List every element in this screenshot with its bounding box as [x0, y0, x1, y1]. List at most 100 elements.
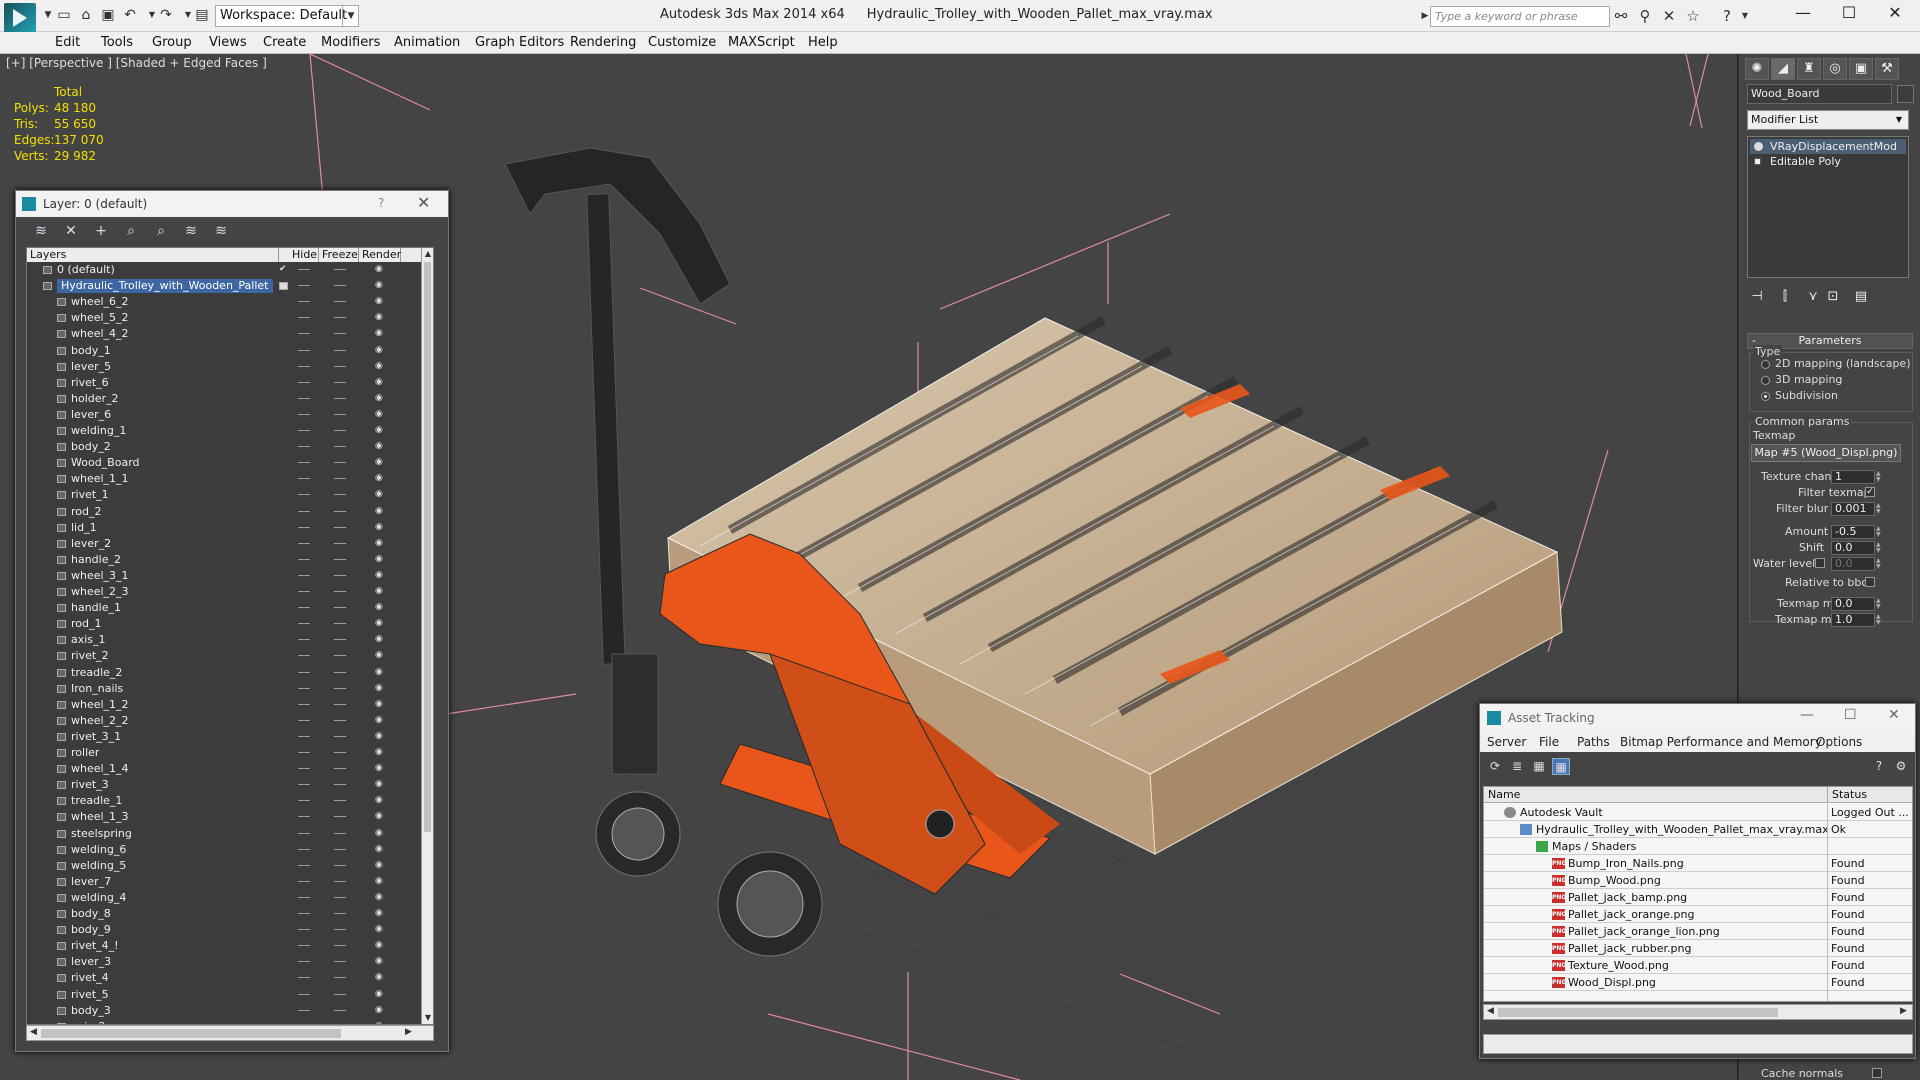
freeze-toggle[interactable] [334, 816, 346, 818]
layer-object-row[interactable]: roller ◉ [27, 745, 423, 761]
hide-toggle[interactable] [298, 510, 310, 512]
table-view-icon[interactable]: ▦ [1552, 758, 1570, 775]
workspace-dropdown[interactable]: Workspace: Default [215, 5, 359, 27]
hide-toggle[interactable] [298, 945, 310, 947]
freeze-toggle[interactable] [334, 269, 346, 270]
viewport-label[interactable]: [+] [Perspective ] [Shaded + Edged Faces… [6, 56, 267, 70]
freeze-toggle[interactable] [334, 462, 346, 464]
freeze-toggle[interactable] [334, 752, 346, 753]
asset-row[interactable]: PNG Pallet_jack_bamp.png Found [1484, 889, 1912, 906]
hide-toggle[interactable] [298, 317, 310, 319]
freeze-toggle[interactable] [334, 768, 346, 770]
chevron-down-icon[interactable]: ▼ [1892, 113, 1906, 127]
binoculars-icon[interactable]: ⚯ [1612, 7, 1630, 25]
layer-object-row[interactable]: treadle_1 ◉ [27, 793, 423, 809]
app-menu-arrow-icon[interactable]: ▼ [40, 7, 56, 23]
asset-row[interactable]: Autodesk Vault Logged Out ... [1484, 804, 1912, 821]
horizontal-scrollbar[interactable]: ◀ ▶ [26, 1025, 434, 1041]
stack-item-editable-poly[interactable]: Editable Poly [1750, 154, 1906, 169]
layer-object-row[interactable]: rivet_2 ◉ [27, 648, 423, 664]
render-teapot-icon[interactable]: ◉ [375, 860, 385, 870]
freeze-toggle[interactable] [334, 607, 346, 609]
freeze-toggle[interactable] [334, 655, 346, 657]
settings-icon[interactable]: ⚙ [1892, 758, 1910, 775]
layer-object-row[interactable]: body_3 ◉ [27, 1003, 423, 1019]
menu-paths[interactable]: Paths [1577, 735, 1610, 749]
favorites-star-icon[interactable]: ☆ [1684, 7, 1702, 25]
layer-object-row[interactable]: lever_5 ◉ [27, 359, 423, 375]
freeze-toggle[interactable] [334, 365, 346, 367]
scroll-down-icon[interactable]: ▼ [422, 1012, 433, 1024]
hide-toggle[interactable] [298, 784, 310, 786]
utilities-tab-icon[interactable]: ⚒ [1875, 58, 1899, 80]
hide-toggle[interactable] [298, 880, 310, 882]
hide-toggle[interactable] [298, 639, 310, 641]
menu-modifiers[interactable]: Modifiers [321, 35, 380, 50]
column-freeze[interactable]: Freeze [319, 248, 359, 262]
thumbnail-view-icon[interactable]: ▦ [1530, 758, 1548, 775]
new-file-icon[interactable]: ▭ [56, 7, 72, 23]
layer-object-row[interactable]: Iron_nails ◉ [27, 681, 423, 697]
render-teapot-icon[interactable]: ◉ [375, 297, 385, 306]
hide-toggle[interactable] [298, 301, 310, 303]
hide-toggle[interactable] [298, 558, 310, 560]
menu-group[interactable]: Group [152, 35, 192, 50]
freeze-toggle[interactable] [334, 526, 346, 528]
menu-customize[interactable]: Customize [648, 35, 716, 50]
create-layer-icon[interactable]: ≋ [30, 221, 52, 241]
menu-bitmap-performance[interactable]: Bitmap Performance and Memory [1620, 735, 1822, 749]
scroll-left-icon[interactable]: ◀ [1487, 1006, 1494, 1016]
hide-toggle[interactable] [298, 977, 310, 979]
lightbulb-icon[interactable] [1754, 142, 1763, 151]
freeze-toggle[interactable] [334, 478, 346, 480]
layer-object-row[interactable]: Wood_Board ◉ [27, 455, 423, 471]
freeze-toggle[interactable] [334, 574, 346, 576]
column-layers[interactable]: Layers [27, 248, 279, 262]
freeze-toggle[interactable] [334, 977, 346, 979]
communication-icon[interactable]: ✕ [1660, 7, 1678, 25]
layer-object-row[interactable]: body_1 ◉ [27, 343, 423, 359]
scroll-right-icon[interactable]: ▶ [1900, 1006, 1907, 1016]
render-teapot-icon[interactable]: ◉ [375, 490, 385, 499]
layer-object-row[interactable]: wheel_1_2 ◉ [27, 697, 423, 713]
freeze-toggle[interactable] [334, 317, 346, 319]
close-icon[interactable]: ✕ [1872, 0, 1918, 28]
filter-blur-spinner[interactable]: 0.001 [1831, 502, 1884, 516]
render-teapot-icon[interactable]: ◉ [375, 377, 385, 387]
refresh-icon[interactable]: ⟳ [1486, 758, 1504, 775]
menu-tools[interactable]: Tools [101, 35, 133, 50]
render-teapot-icon[interactable]: ◉ [375, 780, 385, 789]
hide-toggle[interactable] [298, 961, 310, 963]
hide-toggle[interactable] [298, 1009, 310, 1011]
scroll-right-icon[interactable]: ▶ [405, 1027, 412, 1037]
asset-dialog-titlebar[interactable]: Asset Tracking — ☐ ✕ [1480, 704, 1915, 732]
select-objects-icon[interactable]: ⌕ [120, 221, 142, 241]
hide-toggle[interactable] [298, 413, 310, 415]
render-teapot-icon[interactable]: ◉ [375, 973, 385, 982]
minimize-icon[interactable]: — [1780, 0, 1826, 28]
column-name[interactable]: Name [1484, 787, 1828, 803]
hide-toggle[interactable] [298, 381, 310, 383]
layer-object-row[interactable]: wheel_4_2 ◉ [27, 326, 423, 342]
render-teapot-icon[interactable]: ◉ [375, 345, 385, 355]
filter-texmap-checkbox[interactable]: ✓ [1865, 487, 1875, 497]
render-teapot-icon[interactable]: ◉ [375, 426, 385, 435]
render-teapot-icon[interactable]: ◉ [375, 570, 385, 580]
column-render[interactable]: Render [359, 248, 401, 262]
asset-row[interactable]: PNG Pallet_jack_orange_lion.png Found [1484, 923, 1912, 940]
hide-toggle[interactable] [298, 848, 310, 850]
render-teapot-icon[interactable]: ◉ [375, 265, 385, 274]
render-teapot-icon[interactable]: ◉ [375, 715, 385, 725]
close-icon[interactable]: ✕ [417, 193, 430, 212]
layer-object-row[interactable]: lever_7 ◉ [27, 874, 423, 890]
hide-toggle[interactable] [298, 929, 310, 931]
render-teapot-icon[interactable]: ◉ [375, 892, 385, 902]
layer-object-row[interactable]: welding_4 ◉ [27, 890, 423, 906]
render-teapot-icon[interactable]: ◉ [375, 506, 385, 516]
add-to-layer-icon[interactable]: + [90, 221, 112, 241]
amount-spinner[interactable]: -0.5 [1831, 525, 1884, 539]
asset-row[interactable]: Hydraulic_Trolley_with_Wooden_Pallet_max… [1484, 821, 1912, 838]
pin-stack-icon[interactable]: ⊣ [1747, 288, 1767, 306]
layer-object-row[interactable]: rod_2 ◉ [27, 504, 423, 520]
asset-path-field[interactable] [1483, 1034, 1913, 1054]
